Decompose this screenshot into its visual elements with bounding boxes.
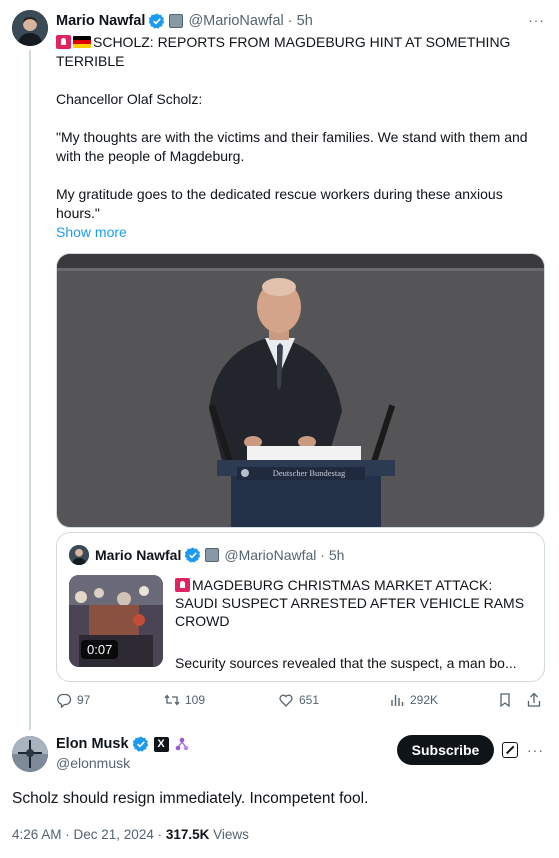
repost-icon [164, 694, 180, 706]
organization-badge-icon [169, 14, 184, 28]
video-duration: 0:07 [81, 640, 119, 659]
repost-button[interactable]: 109 [164, 692, 205, 708]
reply-author-handle[interactable]: @elonmusk [56, 755, 130, 771]
share-icon [527, 692, 541, 707]
organization-badge-icon [205, 548, 220, 562]
quoted-title: MAGDEBURG CHRISTMAS MARKET ATTACK: SAUDI… [175, 577, 525, 629]
views-icon [391, 695, 404, 706]
post-paragraph: "My thoughts are with the victims and th… [56, 129, 528, 164]
post-image[interactable]: Deutscher Bundestag [56, 253, 545, 528]
more-icon[interactable]: ··· [527, 742, 544, 758]
reply-button[interactable]: 97 [56, 692, 90, 708]
post-body: SCHOLZ: REPORTS FROM MAGDEBURG HINT AT S… [56, 33, 532, 242]
avatar[interactable] [12, 10, 48, 46]
party-icon [175, 737, 188, 751]
views-count: 292K [410, 693, 439, 707]
germany-flag-icon [73, 36, 91, 48]
lectern-label: Deutscher Bundestag [273, 468, 346, 478]
post-paragraph: Chancellor Olaf Scholz: [56, 91, 203, 107]
reply-header: Elon Musk X [56, 736, 190, 752]
avatar [69, 545, 89, 565]
post-headline: SCHOLZ: REPORTS FROM MAGDEBURG HINT AT S… [56, 34, 511, 69]
x-badge-icon: X [153, 736, 169, 752]
siren-icon [175, 578, 190, 592]
quoted-author-handle: @MarioNawfal · 5h [224, 547, 345, 563]
timestamp[interactable]: 4:26 AM · Dec 21, 2024 · [12, 827, 166, 842]
avatar[interactable] [12, 736, 48, 772]
verified-badge-icon [149, 13, 165, 29]
like-count: 651 [299, 693, 320, 707]
quoted-author-name: Mario Nawfal [95, 547, 182, 563]
verified-badge-icon [132, 736, 148, 752]
siren-icon [56, 35, 71, 49]
bookmark-button[interactable] [497, 692, 513, 708]
like-icon [279, 694, 293, 707]
share-button[interactable] [526, 692, 542, 708]
verified-badge-icon [185, 547, 201, 563]
author-handle[interactable]: @MarioNawfal · 5h [188, 13, 312, 29]
views-label: Views [209, 827, 249, 842]
views-total: 317.5K [165, 827, 210, 842]
thread-line [29, 50, 31, 730]
post-header: Mario Nawfal @MarioNawfal · 5h [56, 10, 545, 32]
subscribe-button[interactable]: Subscribe [397, 735, 494, 765]
reply-author-name[interactable]: Elon Musk [56, 736, 129, 752]
author-name[interactable]: Mario Nawfal [56, 13, 145, 29]
more-icon[interactable]: ··· [528, 12, 545, 28]
reply-icon [57, 693, 72, 708]
quoted-video-thumbnail[interactable]: 0:07 [69, 575, 163, 667]
reply-meta: 4:26 AM · Dec 21, 2024 · 317.5K Views [12, 827, 249, 842]
quoted-post[interactable]: Mario Nawfal @MarioNawfal · 5h 0:07 MAGD… [56, 532, 545, 682]
like-button[interactable]: 651 [278, 692, 319, 708]
quoted-snippet: Security sources revealed that the suspe… [175, 655, 517, 671]
reply-count: 97 [77, 693, 91, 707]
reply-text: Scholz should resign immediately. Incomp… [12, 790, 369, 807]
repost-count: 109 [185, 693, 206, 707]
grok-icon[interactable] [502, 742, 518, 758]
post-paragraph: My gratitude goes to the dedicated rescu… [56, 186, 503, 221]
bookmark-icon [500, 693, 510, 708]
views-button[interactable]: 292K [389, 692, 438, 708]
quoted-post-header: Mario Nawfal @MarioNawfal · 5h [69, 545, 344, 565]
action-bar: 97 109 651 292K [56, 692, 545, 712]
show-more-link[interactable]: Show more [56, 223, 532, 242]
